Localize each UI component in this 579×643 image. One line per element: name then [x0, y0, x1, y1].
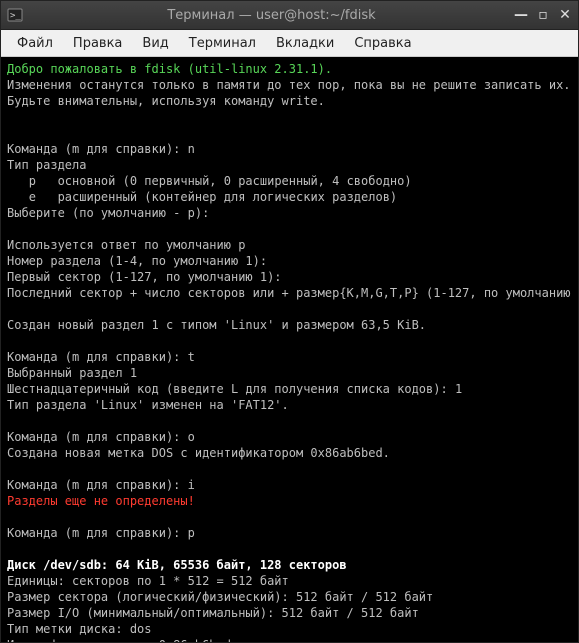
- output-line: Первый сектор (1-127, по умолчанию 1):: [7, 270, 282, 284]
- output-line: Размер I/O (минимальный/оптимальный): 51…: [7, 606, 419, 620]
- prompt-line: Команда (m для справки): n: [7, 142, 195, 156]
- output-line: Тип раздела: [7, 158, 86, 172]
- menu-terminal[interactable]: Терминал: [179, 32, 266, 55]
- output-line: Создан новый раздел 1 с типом 'Linux' и …: [7, 318, 426, 332]
- menu-view[interactable]: Вид: [132, 32, 178, 55]
- minimize-button[interactable]: —: [514, 7, 528, 23]
- terminal-window: >_ Терминал — user@host:~/fdisk — ▫ ✕ Фа…: [0, 0, 579, 643]
- menu-help[interactable]: Справка: [344, 32, 421, 55]
- output-line: Тип раздела 'Linux' изменен на 'FAT12'.: [7, 398, 289, 412]
- window-title: Терминал — user@host:~/fdisk: [29, 8, 514, 23]
- prompt-line: Команда (m для справки): t: [7, 350, 195, 364]
- menu-edit[interactable]: Правка: [63, 32, 132, 55]
- window-controls: — ▫ ✕: [514, 7, 572, 23]
- terminal-output[interactable]: Добро пожаловать в fdisk (util-linux 2.3…: [1, 57, 578, 642]
- prompt-line: Команда (m для справки): i: [7, 478, 195, 492]
- output-line: Будьте внимательны, используя команду wr…: [7, 94, 325, 108]
- prompt-line: Команда (m для справки): p: [7, 526, 195, 540]
- welcome-line: Добро пожаловать в fdisk (util-linux 2.3…: [7, 62, 332, 76]
- output-line: Выберите (по умолчанию - p):: [7, 206, 209, 220]
- output-line: Последний сектор + число секторов или + …: [7, 286, 571, 300]
- output-line: Идентификатор диска: 0x86ab6bed: [7, 638, 231, 642]
- menu-tabs[interactable]: Вкладки: [266, 32, 344, 55]
- menu-file[interactable]: Файл: [7, 32, 63, 55]
- output-line: e расширенный (контейнер для логических …: [7, 190, 397, 204]
- output-line: Создана новая метка DOS с идентификаторо…: [7, 446, 390, 460]
- maximize-button[interactable]: ▫: [536, 7, 550, 23]
- menubar: Файл Правка Вид Терминал Вкладки Справка: [1, 30, 578, 57]
- output-line: Тип метки диска: dos: [7, 622, 152, 636]
- close-button[interactable]: ✕: [558, 7, 572, 23]
- output-line: Размер сектора (логический/физический): …: [7, 590, 433, 604]
- terminal-icon: >_: [7, 7, 23, 23]
- prompt-line: Команда (m для справки): o: [7, 430, 195, 444]
- output-line: Изменения останутся только в памяти до т…: [7, 78, 571, 92]
- error-line: Разделы еще не определены!: [7, 494, 195, 508]
- svg-text:>_: >_: [10, 11, 21, 21]
- output-line: Единицы: секторов по 1 * 512 = 512 байт: [7, 574, 289, 588]
- output-line: p основной (0 первичный, 0 расширенный, …: [7, 174, 412, 188]
- output-line: Номер раздела (1-4, по умолчанию 1):: [7, 254, 267, 268]
- output-line: Используется ответ по умолчанию p: [7, 238, 245, 252]
- disk-header: Диск /dev/sdb: 64 KiB, 65536 байт, 128 с…: [7, 558, 347, 572]
- prompt-line: Шестнадцатеричный код (введите L для пол…: [7, 382, 462, 396]
- output-line: Выбранный раздел 1: [7, 366, 137, 380]
- titlebar[interactable]: >_ Терминал — user@host:~/fdisk — ▫ ✕: [1, 1, 578, 30]
